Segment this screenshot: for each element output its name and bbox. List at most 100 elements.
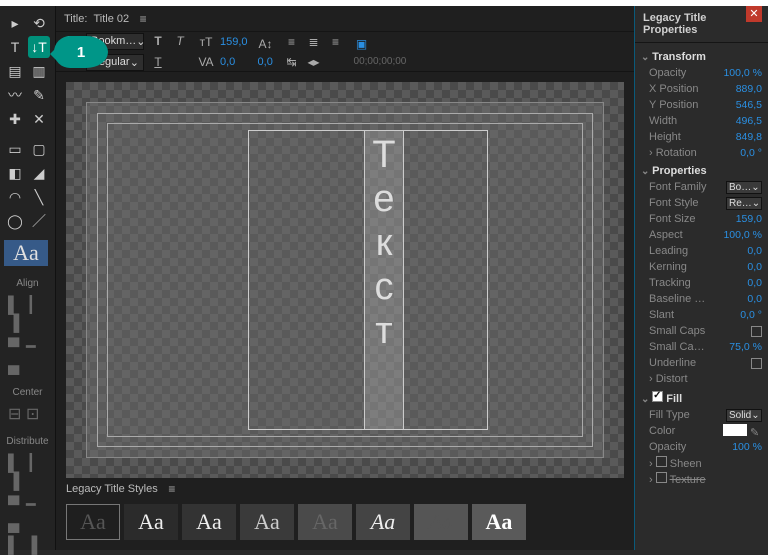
rotation-value[interactable]: 0,0 ° — [740, 147, 762, 159]
styles-menu-icon[interactable]: ≡ — [164, 481, 180, 497]
dist-7[interactable]: ▌ — [8, 537, 26, 551]
style-swatch[interactable]: Aa — [298, 504, 352, 540]
current-style-swatch[interactable]: Aa — [4, 240, 48, 266]
pen-tool[interactable]: ✎ — [28, 84, 50, 106]
dist-4[interactable]: ▀ — [8, 497, 26, 511]
add-anchor-tool[interactable]: ✚ — [4, 108, 26, 130]
opacity-label: Opacity — [649, 67, 686, 79]
tab-menu-icon[interactable]: ≡ — [135, 11, 151, 27]
opacity-value[interactable]: 100,0 % — [723, 67, 762, 79]
width-value[interactable]: 496,5 — [736, 115, 762, 127]
leading-value[interactable]: 0,0 — [747, 245, 762, 257]
kerning-label: Kerning — [649, 261, 687, 273]
style-swatch[interactable]: Aa — [182, 504, 236, 540]
align-top-button[interactable]: ▀ — [8, 339, 26, 353]
fill-color-swatch[interactable] — [723, 424, 747, 436]
ellipse-tool[interactable]: ◯ — [4, 210, 26, 232]
properties-group[interactable]: Properties — [641, 165, 762, 177]
dist-3[interactable]: ▐ — [8, 473, 26, 487]
title-name[interactable]: Title 02 — [93, 13, 129, 25]
path-type-tool[interactable]: 〰 — [4, 84, 26, 106]
underline-checkbox[interactable] — [751, 358, 762, 369]
align-right-icon[interactable]: ≡ — [328, 34, 344, 50]
tab-stops-icon[interactable]: ↹ — [284, 54, 300, 70]
timecode-value[interactable]: 00;00;00;00 — [354, 56, 407, 67]
align-left-button[interactable]: ▌ — [8, 297, 26, 311]
size-icon: тT — [198, 34, 214, 50]
fill-opacity-value[interactable]: 100 % — [732, 441, 762, 453]
baseline-value[interactable]: 0,0 — [747, 293, 762, 305]
line-tool-2[interactable]: ／ — [28, 210, 50, 232]
eyedropper-icon[interactable]: ✎ — [750, 426, 762, 438]
style-swatch[interactable]: Aa — [66, 504, 120, 540]
vertical-text-object[interactable]: Т е к с т — [364, 130, 404, 430]
kerning-value[interactable]: 0,0 — [220, 56, 235, 68]
style-swatch[interactable]: Aa — [414, 504, 468, 540]
arc-tool[interactable]: ◠ — [4, 186, 26, 208]
center-h-button[interactable]: ⊟ — [8, 404, 26, 418]
rotation-label[interactable]: Rotation — [649, 147, 697, 159]
align-center-h-button[interactable]: ┃ — [26, 295, 44, 309]
align-left-icon[interactable]: ≡ — [284, 34, 300, 50]
align-bottom-button[interactable]: ▄ — [8, 357, 26, 371]
styles-swatches: Aa Aa Aa Aa Aa Aa Aa Aa — [56, 500, 634, 550]
dist-2[interactable]: ┃ — [26, 453, 44, 467]
rounded-rectangle-tool[interactable]: ▢ — [28, 138, 50, 160]
selection-tool[interactable]: ▸ — [4, 12, 26, 34]
rectangle-tool[interactable]: ▭ — [4, 138, 26, 160]
transform-group[interactable]: Transform — [641, 51, 762, 63]
annotation-callout-1: 1 — [54, 36, 108, 68]
height-value[interactable]: 849,8 — [736, 131, 762, 143]
texture-label[interactable]: Texture — [649, 472, 706, 486]
align-right-button[interactable]: ▐ — [8, 315, 26, 329]
font-style-dropdown[interactable]: Re…⌄ — [726, 197, 762, 210]
align-center-icon[interactable]: ≣ — [306, 34, 322, 50]
clipped-rectangle-tool[interactable]: ◧ — [4, 162, 26, 184]
rotate-tool[interactable]: ⟲ — [28, 12, 50, 34]
slant-value[interactable]: 0,0 ° — [740, 309, 762, 321]
dist-8[interactable]: ▐ — [26, 537, 44, 551]
smallcapssize-value[interactable]: 75,0 % — [729, 341, 762, 353]
dist-6[interactable]: ▄ — [8, 515, 26, 529]
wedge-tool[interactable]: ◢ — [28, 162, 50, 184]
show-background-video-icon[interactable]: ▣ — [354, 36, 370, 52]
smallcaps-checkbox[interactable] — [751, 326, 762, 337]
vertical-area-type-tool[interactable]: ▥ — [28, 60, 50, 82]
vtext-char: с — [375, 265, 394, 309]
kerning-value[interactable]: 0,0 — [747, 261, 762, 273]
dist-5[interactable]: ━ — [26, 495, 44, 509]
center-v-button[interactable]: ⊡ — [26, 404, 44, 418]
style-swatch[interactable]: Aa — [124, 504, 178, 540]
filltype-dropdown[interactable]: Solid⌄ — [726, 409, 762, 422]
sheen-checkbox[interactable] — [656, 456, 667, 467]
fill-enable-checkbox[interactable] — [652, 391, 663, 402]
delete-anchor-tool[interactable]: ✕ — [28, 108, 50, 130]
window-close-button[interactable]: ✕ — [746, 6, 762, 22]
sheen-label[interactable]: Sheen — [649, 456, 702, 470]
aspect-value[interactable]: 100,0 % — [723, 229, 762, 241]
style-swatch[interactable]: Aa — [472, 504, 526, 540]
font-family-dropdown[interactable]: Bo…⌄ — [726, 181, 762, 194]
leading-value[interactable]: 0,0 — [258, 56, 273, 68]
title-canvas[interactable]: Т е к с т — [66, 82, 624, 478]
font-size-value[interactable]: 159,0 — [220, 36, 248, 48]
font-size-value[interactable]: 159,0 — [736, 213, 762, 225]
align-center-v-button[interactable]: ━ — [26, 337, 44, 351]
distort-label[interactable]: Distort — [649, 373, 688, 385]
texture-checkbox[interactable] — [656, 472, 667, 483]
horizontal-type-tool[interactable]: T — [4, 36, 26, 58]
style-swatch[interactable]: Aa — [240, 504, 294, 540]
dist-1[interactable]: ▌ — [8, 455, 26, 469]
show-video-icon[interactable]: ◂▸ — [306, 54, 322, 70]
xpos-value[interactable]: 889,0 — [736, 83, 762, 95]
underline-icon[interactable]: T — [150, 54, 166, 70]
style-swatch[interactable]: Aa — [356, 504, 410, 540]
bold-icon[interactable]: T — [150, 33, 166, 49]
ypos-value[interactable]: 546,5 — [736, 99, 762, 111]
area-type-tool[interactable]: ▤ — [4, 60, 26, 82]
line-tool[interactable]: ╲ — [28, 186, 50, 208]
tracking-value[interactable]: 0,0 — [747, 277, 762, 289]
styles-panel-header: Legacy Title Styles ≡ — [56, 478, 634, 500]
italic-icon[interactable]: T — [172, 33, 188, 49]
fill-group[interactable]: Fill — [641, 391, 762, 405]
